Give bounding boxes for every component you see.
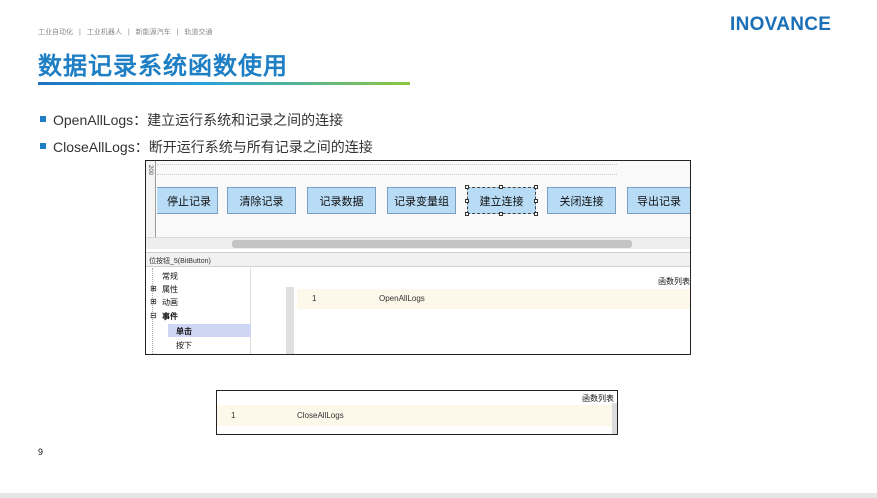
resize-handle[interactable] xyxy=(534,212,538,216)
breadcrumb-separator: | xyxy=(127,29,130,36)
function-row-index: 1 xyxy=(231,411,236,420)
tree-item-press[interactable]: 按下 xyxy=(176,340,192,351)
resize-handle[interactable] xyxy=(465,185,469,189)
breadcrumb-separator: | xyxy=(79,29,81,36)
resize-handle[interactable] xyxy=(534,185,538,189)
tree-expander-icon[interactable]: ⊞ xyxy=(150,297,157,306)
resize-handle[interactable] xyxy=(499,212,503,216)
tree-item-events[interactable]: 事件 xyxy=(162,311,178,322)
function-row-name: CloseAllLogs xyxy=(297,411,344,420)
bullet-square-icon xyxy=(40,143,46,150)
vertical-scrollbar[interactable] xyxy=(612,403,617,434)
record-data-button[interactable]: 记录数据 xyxy=(307,187,376,214)
resize-handle[interactable] xyxy=(465,199,469,203)
export-log-button[interactable]: 导出记录 xyxy=(627,187,690,214)
page-number: 9 xyxy=(38,447,44,457)
function-row[interactable]: 1 OpenAllLogs xyxy=(297,289,690,309)
tree-item-properties[interactable]: 属性 xyxy=(162,284,178,295)
breadcrumb-item: 新能源汽车 xyxy=(135,29,171,36)
resize-handle[interactable] xyxy=(499,185,503,189)
function-row[interactable]: 1 CloseAllLogs xyxy=(217,405,612,426)
design-canvas[interactable]: 停止记录 清除记录 记录数据 记录变量组 建立连接 关闭连接 导出记录 xyxy=(157,161,690,239)
ruler-label: 200 xyxy=(147,165,153,176)
bullet-square-icon xyxy=(40,116,46,123)
tree-expander-icon[interactable]: ⊞ xyxy=(150,284,157,293)
title-underline xyxy=(38,82,410,85)
property-title-bar: 位按钮_5(BitButton) xyxy=(146,252,690,267)
bullet-text: OpenAllLogs：建立运行系统和记录之间的连接 xyxy=(53,112,344,128)
tree-item-animation[interactable]: 动画 xyxy=(162,297,178,308)
function-list-screenshot: 函数列表 1 CloseAllLogs xyxy=(216,390,618,435)
inovance-logo: INOVANCE xyxy=(730,14,832,35)
editor-screenshot: 200 停止记录 清除记录 记录数据 记录变量组 建立连接 关闭连接 导出记录 … xyxy=(145,160,691,355)
property-tree: 常规 ⊞ 属性 ⊞ 动画 ⊟ 事件 单击 按下 xyxy=(146,268,251,354)
resize-handle[interactable] xyxy=(465,212,469,216)
tree-item-click[interactable]: 单击 xyxy=(176,326,192,337)
breadcrumb: 工业自动化 | 工业机器人 | 新能源汽车 | 轨道交通 xyxy=(38,27,212,37)
vertical-scrollbar[interactable] xyxy=(286,287,294,354)
open-connection-button[interactable]: 建立连接 xyxy=(467,187,536,214)
page-title: 数据记录系统函数使用 xyxy=(38,53,288,80)
function-list-panel: 函数列表 1 OpenAllLogs xyxy=(252,268,690,354)
grid-line xyxy=(157,164,617,165)
bullet-text: CloseAllLogs：断开运行系统与所有记录之间的连接 xyxy=(53,139,373,155)
bullet-close-all-logs: CloseAllLogs：断开运行系统与所有记录之间的连接 xyxy=(40,137,373,157)
stop-log-button[interactable]: 停止记录 xyxy=(157,187,218,214)
tree-item-general[interactable]: 常规 xyxy=(162,271,178,282)
grid-line xyxy=(157,174,617,175)
clear-log-button[interactable]: 清除记录 xyxy=(227,187,296,214)
function-list-header: 函数列表 xyxy=(658,277,690,286)
tree-collapse-icon[interactable]: ⊟ xyxy=(150,311,157,320)
breadcrumb-item: 工业自动化 xyxy=(38,29,73,36)
function-list-header: 函数列表 xyxy=(582,394,614,403)
bullet-open-all-logs: OpenAllLogs：建立运行系统和记录之间的连接 xyxy=(40,110,343,130)
breadcrumb-item: 轨道交通 xyxy=(184,29,213,36)
function-row-index: 1 xyxy=(312,294,317,303)
scrollbar-thumb[interactable] xyxy=(232,240,632,248)
close-connection-button[interactable]: 关闭连接 xyxy=(547,187,616,214)
breadcrumb-item: 工业机器人 xyxy=(86,29,122,36)
footer-bar xyxy=(0,493,877,498)
function-row-name: OpenAllLogs xyxy=(379,294,425,303)
resize-handle[interactable] xyxy=(534,199,538,203)
record-variable-group-button[interactable]: 记录变量组 xyxy=(387,187,456,214)
horizontal-scrollbar[interactable] xyxy=(146,237,690,249)
vertical-ruler: 200 xyxy=(146,161,156,241)
breadcrumb-separator: | xyxy=(176,29,179,36)
